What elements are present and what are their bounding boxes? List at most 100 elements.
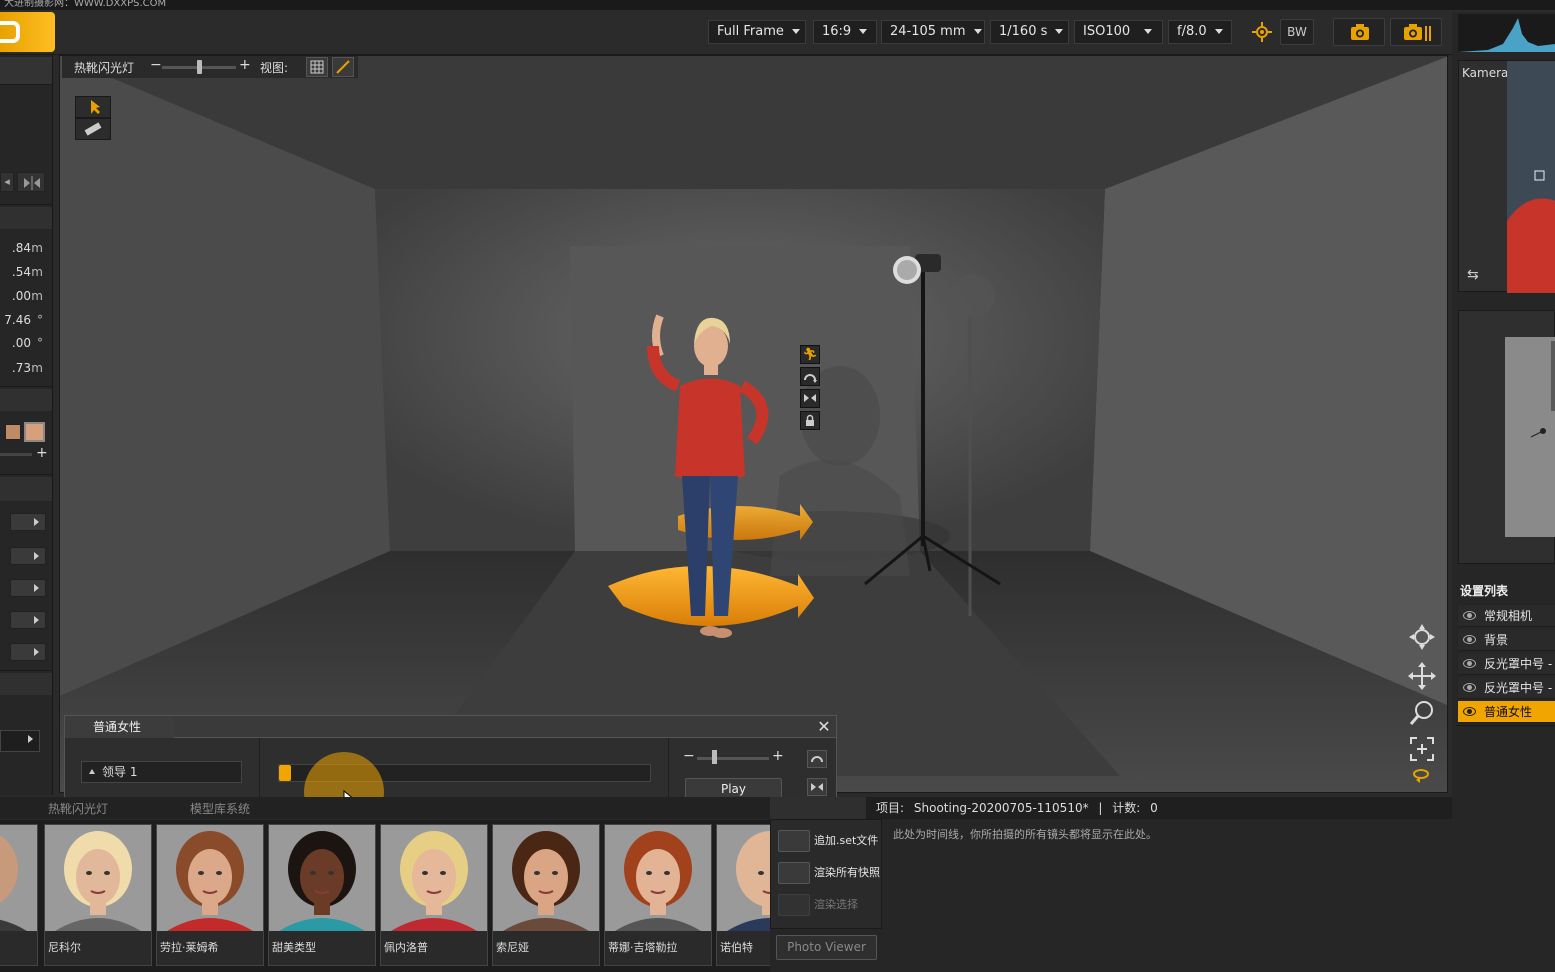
orbit-icon[interactable]: [1407, 622, 1437, 652]
scene-item-camera[interactable]: 常规相机: [1458, 605, 1555, 627]
plus-icon[interactable]: +: [36, 446, 48, 460]
diagonal-line-icon: [336, 60, 350, 74]
shutter-value: 1/160 s: [999, 24, 1048, 39]
tab-timeline[interactable]: [770, 797, 866, 819]
pos-y-value[interactable]: .54: [12, 265, 31, 279]
render-all-button[interactable]: 渲染所有快照: [776, 860, 880, 886]
rotate-pose-button[interactable]: [807, 750, 827, 768]
chevron-right-icon: [28, 735, 33, 743]
eye-icon[interactable]: [1463, 683, 1476, 692]
lens-dropdown[interactable]: 24-105 mm: [881, 20, 985, 44]
close-icon[interactable]: ✕: [815, 718, 833, 736]
tab-flash[interactable]: 热靴闪光灯: [8, 800, 148, 818]
lock-model-button[interactable]: [800, 411, 820, 430]
expand-button[interactable]: [10, 547, 46, 565]
pos-x-row[interactable]: .84 m: [0, 238, 53, 260]
eye-icon[interactable]: [1463, 659, 1476, 668]
minus-icon[interactable]: −: [150, 57, 162, 73]
rot-h-row[interactable]: 7.46 °: [0, 310, 53, 332]
rotate-icon: [811, 756, 823, 763]
skin-slider-track[interactable]: [0, 453, 32, 456]
top-view-map[interactable]: [1458, 310, 1555, 564]
expand-button[interactable]: [10, 579, 46, 597]
skin-color-swatch-selected[interactable]: [24, 422, 45, 442]
diagonal-view-button[interactable]: [332, 57, 354, 77]
rot-v-row[interactable]: .00 °: [0, 333, 53, 355]
pan-icon[interactable]: [1407, 661, 1437, 691]
scene-item-model[interactable]: 普通女性: [1458, 701, 1555, 723]
bw-toggle-button[interactable]: BW: [1280, 19, 1314, 45]
scene-item-background[interactable]: 背景: [1458, 629, 1555, 651]
measure-tool-button[interactable]: [75, 118, 111, 140]
capture-button[interactable]: [1333, 18, 1385, 46]
model-thumbnail[interactable]: 索尼娅: [492, 824, 600, 966]
scrubber-handle[interactable]: [279, 765, 291, 781]
rot-v-value[interactable]: .00: [12, 336, 31, 350]
speed-slider[interactable]: [697, 757, 769, 760]
scene-item-reflector-1[interactable]: 反光罩中号 -: [1458, 653, 1555, 675]
aperture-dropdown[interactable]: f/8.0: [1168, 20, 1232, 44]
pos-x-value[interactable]: .84: [12, 241, 31, 255]
minus-icon[interactable]: −: [683, 748, 695, 764]
skin-color-swatch[interactable]: [5, 424, 21, 440]
sensor-dropdown[interactable]: Full Frame: [708, 20, 806, 44]
light-slider-thumb[interactable]: [197, 60, 202, 74]
model-thumbnail[interactable]: [0, 824, 38, 966]
model-thumbnail[interactable]: 尼科尔: [44, 824, 152, 966]
model-thumbnail[interactable]: 劳拉·莱姆希: [156, 824, 264, 966]
tab-model-library[interactable]: 模型库系统: [150, 800, 290, 818]
expand-button[interactable]: [10, 513, 46, 531]
rotate-model-button[interactable]: [800, 367, 820, 386]
grid-view-button[interactable]: [306, 57, 328, 77]
height-row[interactable]: .73 m: [0, 358, 53, 380]
expand-button[interactable]: [10, 611, 46, 629]
mirror-button[interactable]: [17, 172, 45, 192]
render-selection-button[interactable]: 渲染选择: [776, 892, 880, 918]
iso-dropdown[interactable]: ISO100: [1074, 20, 1163, 44]
model-portrait: [157, 825, 263, 931]
reset-view-icon[interactable]: [1410, 766, 1432, 786]
plus-icon[interactable]: +: [772, 748, 784, 764]
camera-preview[interactable]: Kamera ⇆: [1458, 60, 1555, 293]
frame-fit-icon[interactable]: [1407, 734, 1437, 764]
studio-scene[interactable]: [60, 56, 1448, 793]
select-tool-button[interactable]: [75, 96, 111, 118]
tab-model[interactable]: 普通女性: [65, 716, 174, 738]
pose-figure-icon[interactable]: 🏃︎: [800, 345, 820, 364]
speed-slider-thumb[interactable]: [712, 750, 717, 764]
expand-button[interactable]: [10, 643, 46, 661]
mirror-pose-button[interactable]: [807, 778, 827, 796]
swap-icon[interactable]: ⇆: [1467, 267, 1485, 283]
mirror-model-button[interactable]: [800, 389, 820, 408]
model-thumbnail[interactable]: 蒂娜·吉塔勒拉: [604, 824, 712, 966]
focus-point-icon[interactable]: [1250, 20, 1274, 44]
app-logo[interactable]: [0, 12, 55, 52]
flip-left-button[interactable]: ◂: [0, 172, 14, 192]
scene-item-reflector-2[interactable]: 反光罩中号 -: [1458, 677, 1555, 699]
pos-z-value[interactable]: .00: [12, 289, 31, 303]
pose-dropdown[interactable]: 领导 1: [81, 761, 242, 783]
append-set-button[interactable]: 追加.set文件: [776, 828, 880, 854]
shutter-dropdown[interactable]: 1/160 s: [990, 20, 1069, 44]
burst-capture-button[interactable]: [1390, 18, 1442, 46]
collapsed-row[interactable]: [0, 730, 40, 752]
ruler-icon: [84, 122, 102, 136]
eye-icon[interactable]: [1463, 611, 1476, 620]
panel-header: [0, 57, 52, 85]
plus-icon[interactable]: +: [239, 57, 251, 73]
model-thumbnail[interactable]: 甜美类型: [268, 824, 376, 966]
title-strip: 大进制摄影网：WWW.DXXPS.COM: [0, 0, 1555, 10]
model-thumbnail[interactable]: 佩内洛普: [380, 824, 488, 966]
eye-icon[interactable]: [1463, 635, 1476, 644]
render-selection-label: 渲染选择: [814, 898, 858, 911]
pos-z-row[interactable]: .00 m: [0, 286, 53, 308]
pos-y-row[interactable]: .54 m: [0, 262, 53, 284]
zoom-icon[interactable]: [1407, 698, 1437, 728]
aspect-dropdown[interactable]: 16:9: [813, 20, 877, 44]
rot-h-value[interactable]: 7.46: [4, 313, 31, 327]
chevron-down-icon: [859, 29, 868, 34]
photo-viewer-button[interactable]: Photo Viewer: [776, 935, 877, 960]
eye-icon[interactable]: [1463, 707, 1476, 716]
height-value[interactable]: .73: [12, 361, 31, 375]
3d-viewport[interactable]: [59, 55, 1448, 793]
